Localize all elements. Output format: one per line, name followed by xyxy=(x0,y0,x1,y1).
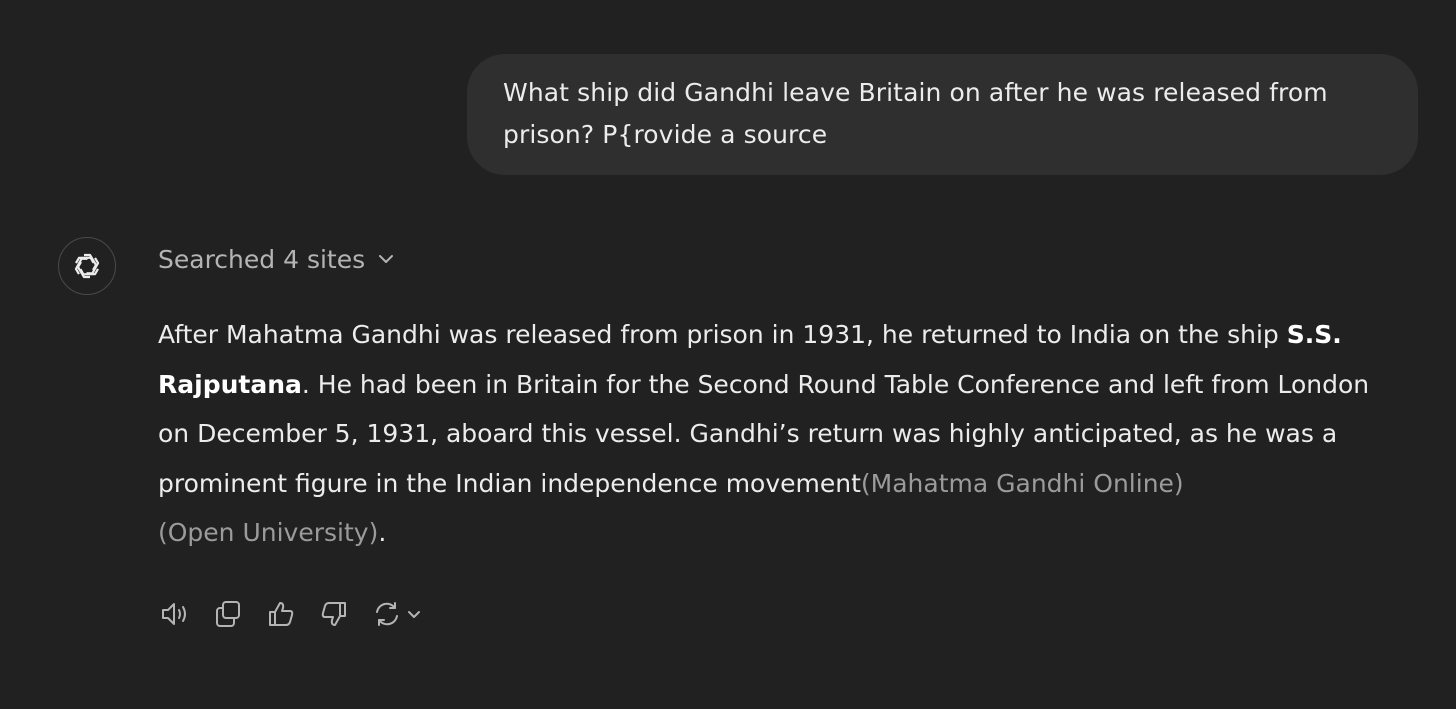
assistant-answer: After Mahatma Gandhi was released from p… xyxy=(158,310,1408,558)
citation-link[interactable]: (Open University) xyxy=(158,518,378,547)
searched-sites-toggle[interactable]: Searched 4 sites xyxy=(158,238,397,280)
thumbs-down-button[interactable] xyxy=(317,597,351,631)
searched-sites-label: Searched 4 sites xyxy=(158,244,366,274)
chevron-down-icon xyxy=(375,248,397,270)
answer-text-part1: After Mahatma Gandhi was released from p… xyxy=(158,320,1287,349)
message-actions xyxy=(158,594,426,634)
openai-logo-icon xyxy=(71,250,103,282)
user-message-bubble: What ship did Gandhi leave Britain on af… xyxy=(467,54,1418,175)
answer-text-part2: . He had been in Britain for the Second … xyxy=(158,369,1370,498)
assistant-avatar xyxy=(58,237,116,295)
copy-button[interactable] xyxy=(211,597,245,631)
thumbs-up-button[interactable] xyxy=(264,597,298,631)
read-aloud-icon xyxy=(159,598,191,630)
read-aloud-button[interactable] xyxy=(158,597,192,631)
chevron-down-icon xyxy=(404,604,424,624)
regenerate-icon xyxy=(372,599,402,629)
chat-page: What ship did Gandhi leave Britain on af… xyxy=(0,0,1456,709)
copy-icon xyxy=(212,598,244,630)
answer-end: . xyxy=(378,518,387,548)
thumbs-down-icon xyxy=(318,598,350,630)
citation-link[interactable]: (Mahatma Gandhi Online) xyxy=(861,469,1184,498)
regenerate-button[interactable] xyxy=(370,597,426,631)
user-message-text: What ship did Gandhi leave Britain on af… xyxy=(503,78,1328,149)
thumbs-up-icon xyxy=(265,598,297,630)
